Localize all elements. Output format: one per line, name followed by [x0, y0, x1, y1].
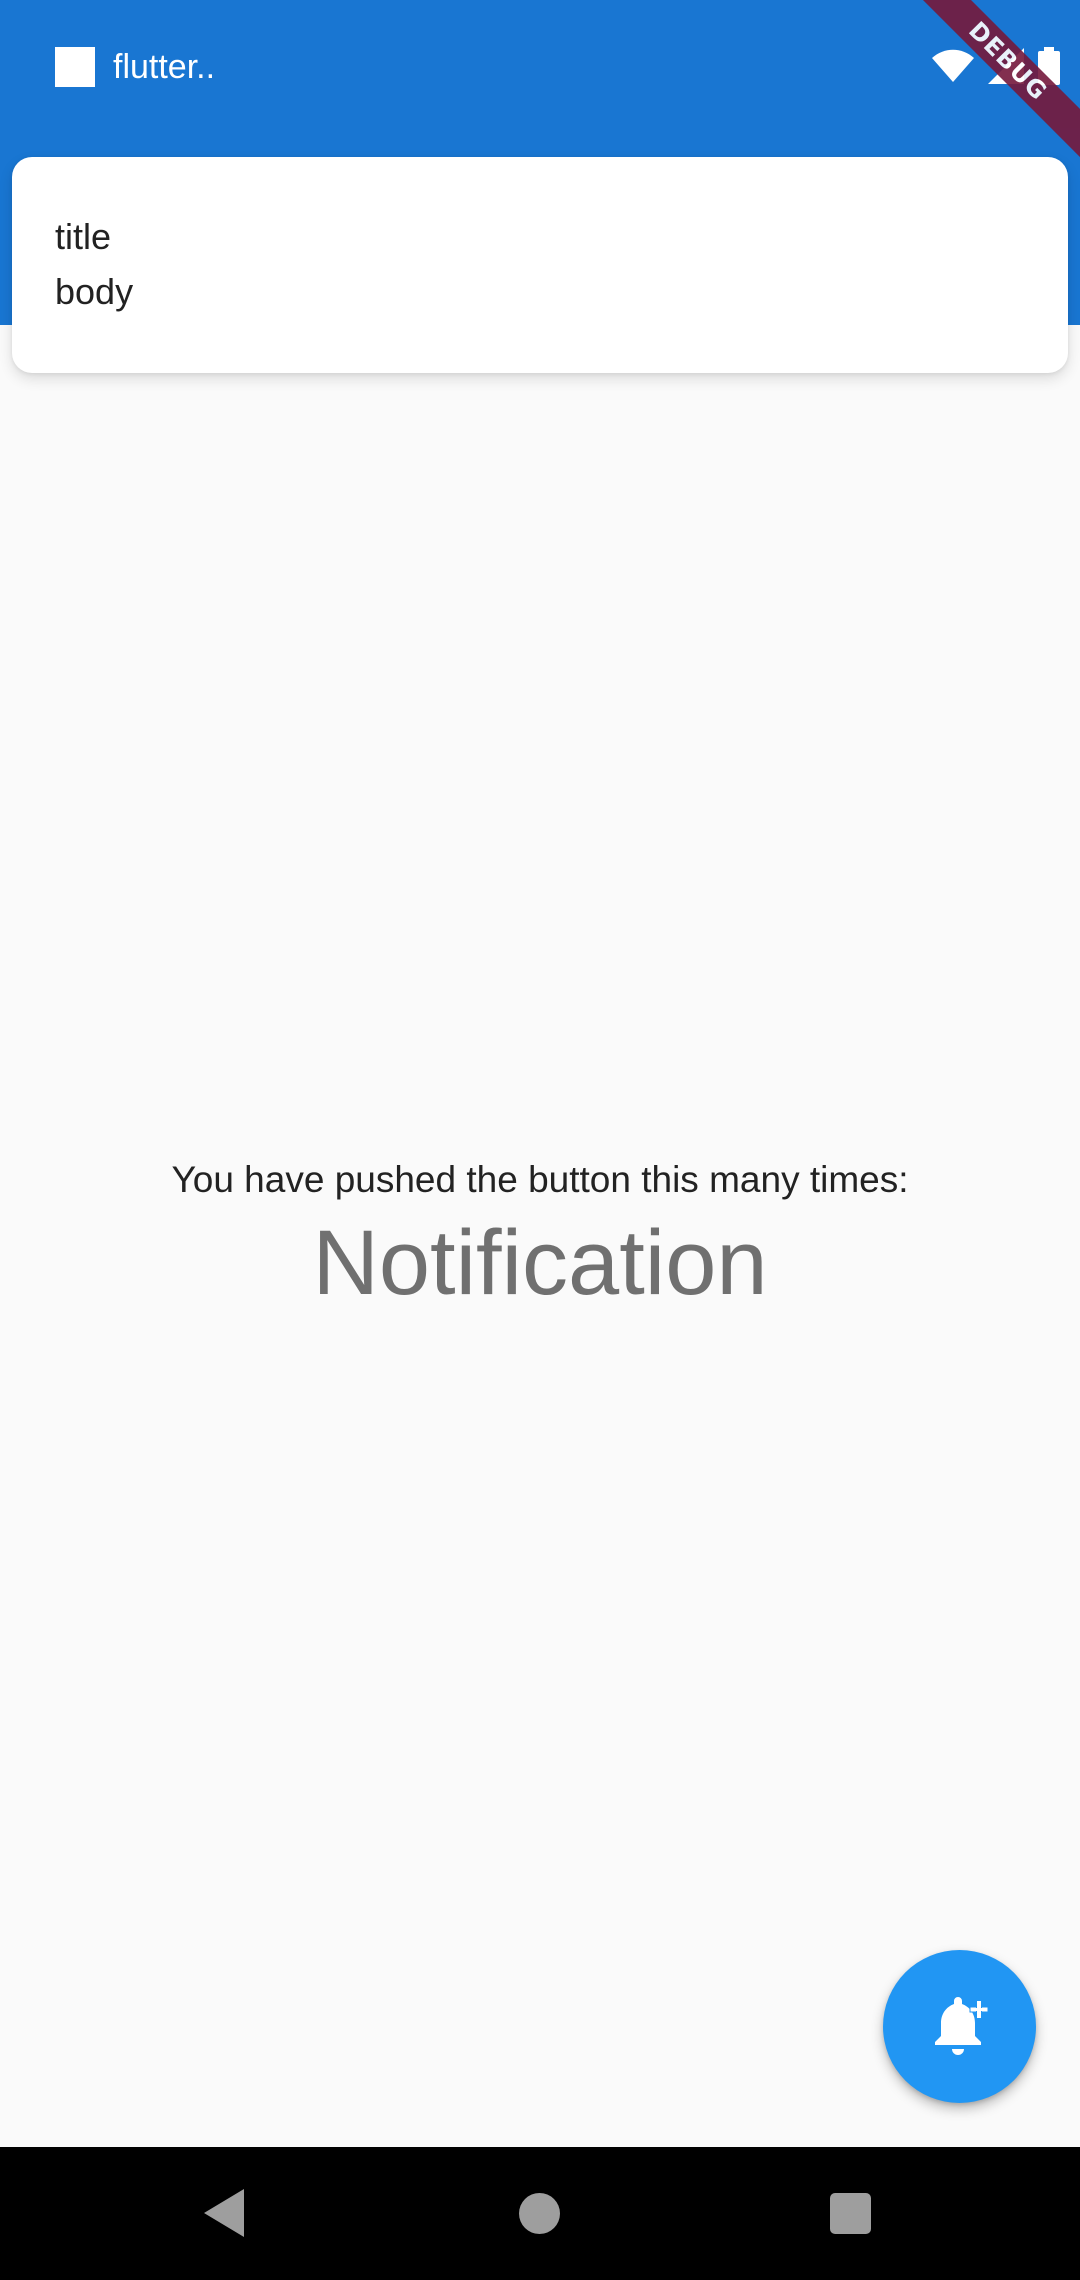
counter-label: You have pushed the button this many tim… — [171, 1159, 909, 1200]
status-app-name: flutter.. — [113, 48, 216, 86]
home-icon[interactable] — [519, 2193, 560, 2234]
app-notification-icon — [55, 47, 95, 87]
counter-value: Notification — [312, 1212, 768, 1314]
add-notification-button[interactable] — [883, 1950, 1036, 2103]
recents-icon[interactable] — [830, 2193, 871, 2234]
notification-body: body — [55, 271, 134, 312]
system-navigation-bar — [0, 2147, 1080, 2280]
wifi-icon — [932, 49, 974, 82]
add-alert-icon — [934, 1996, 988, 2055]
notification-card[interactable]: title body — [12, 157, 1068, 373]
back-icon[interactable] — [204, 2189, 250, 2237]
notification-title: title — [55, 216, 112, 257]
